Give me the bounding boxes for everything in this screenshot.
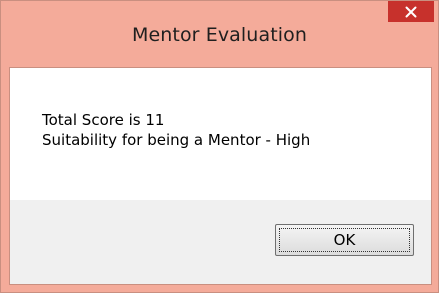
message-line-suitability: Suitability for being a Mentor - High xyxy=(42,131,311,149)
ok-button-label: OK xyxy=(279,228,410,252)
button-bar: OK xyxy=(10,200,431,284)
title-bar[interactable]: Mentor Evaluation xyxy=(1,1,438,67)
window-title: Mentor Evaluation xyxy=(131,24,307,46)
message-box-window: Mentor Evaluation Total Score is 11 Suit… xyxy=(0,0,439,293)
ok-button[interactable]: OK xyxy=(275,224,414,256)
message-text: Total Score is 11 Suitability for being … xyxy=(42,110,310,150)
close-button[interactable] xyxy=(388,1,434,22)
message-line-score: Total Score is 11 xyxy=(42,111,165,129)
dialog-content: Total Score is 11 Suitability for being … xyxy=(9,67,432,285)
close-icon xyxy=(405,6,417,17)
